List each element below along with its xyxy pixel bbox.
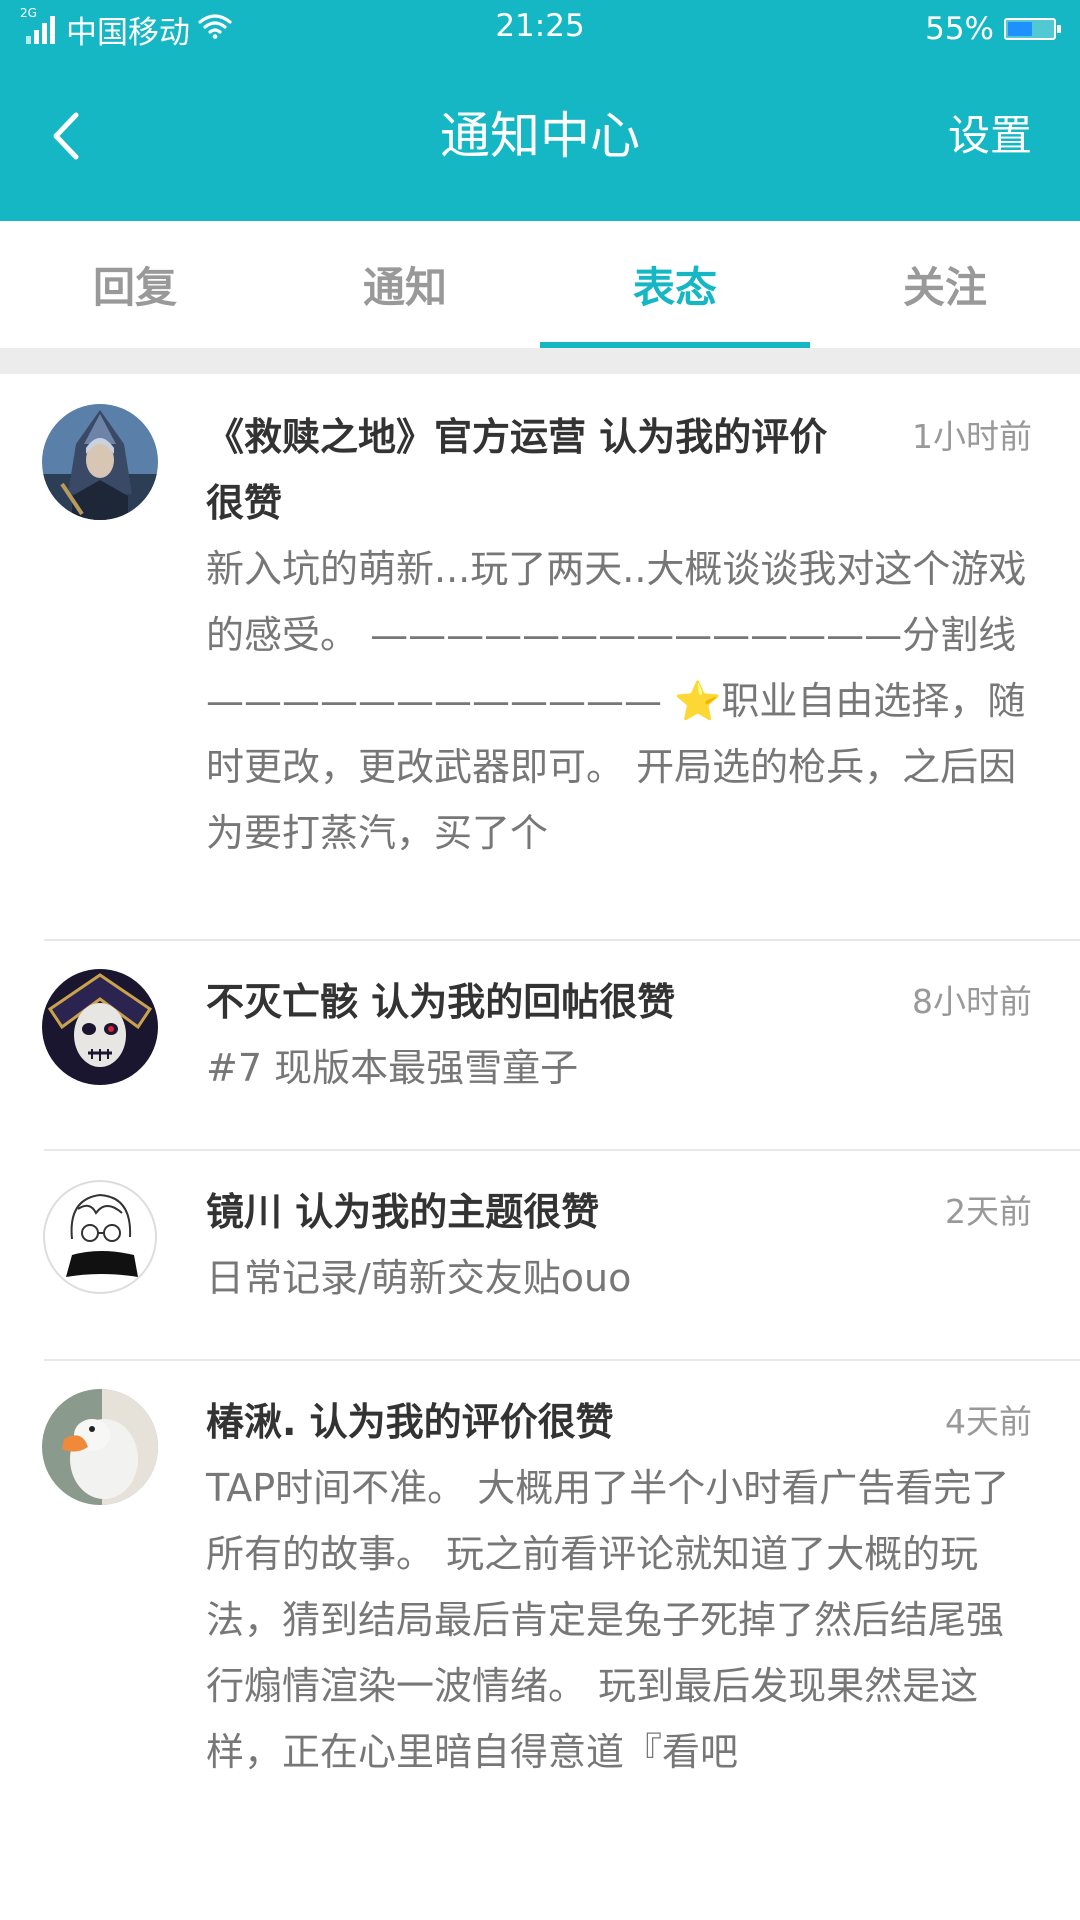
item-header: 镜川 认为我的主题很赞 2天前 <box>206 1179 1032 1245</box>
item-header: 不灭亡骸 认为我的回帖很赞 8小时前 <box>206 969 1032 1035</box>
item-title: 椿湫. 认为我的评价很赞 <box>206 1400 614 1444</box>
settings-button[interactable]: 设置 <box>948 96 1032 176</box>
item-time: 4天前 <box>945 1402 1032 1441</box>
hooded-warrior-avatar-icon[interactable] <box>42 404 158 520</box>
item-title: 镜川 认为我的主题很赞 <box>206 1190 600 1234</box>
item-time: 1小时前 <box>912 417 1032 456</box>
notification-item[interactable]: 椿湫. 认为我的评价很赞 4天前 TAP时间不准。 大概用了半个小时看广告看完了… <box>0 1359 1080 1839</box>
item-header: 《救赎之地》官方运营 认为我的评价很赞 1小时前 <box>206 404 1032 536</box>
item-time: 8小时前 <box>912 982 1032 1021</box>
tab-notice[interactable]: 通知 <box>270 221 540 348</box>
item-header: 椿湫. 认为我的评价很赞 4天前 <box>206 1389 1032 1455</box>
page-title: 通知中心 <box>440 107 640 165</box>
notification-item[interactable]: 镜川 认为我的主题很赞 2天前 日常记录/萌新交友贴ouo <box>0 1149 1080 1359</box>
item-title: 不灭亡骸 认为我的回帖很赞 <box>206 980 676 1024</box>
battery-percent: 55% <box>925 11 994 47</box>
item-body: 新入坑的萌新...玩了两天..大概谈谈我对这个游戏的感受。 ——————————… <box>206 547 1027 855</box>
status-time: 21:25 <box>495 8 585 44</box>
item-body: #7 现版本最强雪童子 <box>206 1046 579 1090</box>
notification-item[interactable]: 不灭亡骸 认为我的回帖很赞 8小时前 #7 现版本最强雪童子 <box>0 939 1080 1149</box>
battery-icon <box>1004 18 1061 40</box>
item-body: 日常记录/萌新交友贴ouo <box>206 1256 632 1300</box>
tab-reply[interactable]: 回复 <box>0 221 270 348</box>
item-body: TAP时间不准。 大概用了半个小时看广告看完了所有的故事。 玩之前看评论就知道了… <box>206 1466 1010 1774</box>
tab-bar: 回复 通知 表态 关注 <box>0 221 1080 348</box>
chevron-left-icon <box>53 112 79 160</box>
tab-reaction[interactable]: 表态 <box>540 221 810 348</box>
tab-follow[interactable]: 关注 <box>810 221 1080 348</box>
goose-avatar-icon[interactable] <box>42 1389 158 1505</box>
item-title: 《救赎之地》官方运营 认为我的评价很赞 <box>206 415 828 525</box>
sketch-girl-avatar-icon[interactable] <box>42 1179 158 1295</box>
notification-list: 《救赎之地》官方运营 认为我的评价很赞 1小时前 新入坑的萌新...玩了两天..… <box>0 374 1080 1839</box>
notification-item[interactable]: 《救赎之地》官方运营 认为我的评价很赞 1小时前 新入坑的萌新...玩了两天..… <box>0 374 1080 939</box>
item-time: 2天前 <box>945 1192 1032 1231</box>
app-bar: 2G 中国移动 21:25 55% 通知中心 设置 <box>0 0 1080 221</box>
battery-level-fill <box>1008 22 1032 36</box>
status-right: 55% <box>925 8 1061 50</box>
skull-mask-avatar-icon[interactable] <box>42 969 158 1085</box>
status-bar: 2G 中国移动 21:25 55% <box>0 0 1080 58</box>
tab-divider <box>0 348 1080 374</box>
back-button[interactable] <box>30 96 100 176</box>
